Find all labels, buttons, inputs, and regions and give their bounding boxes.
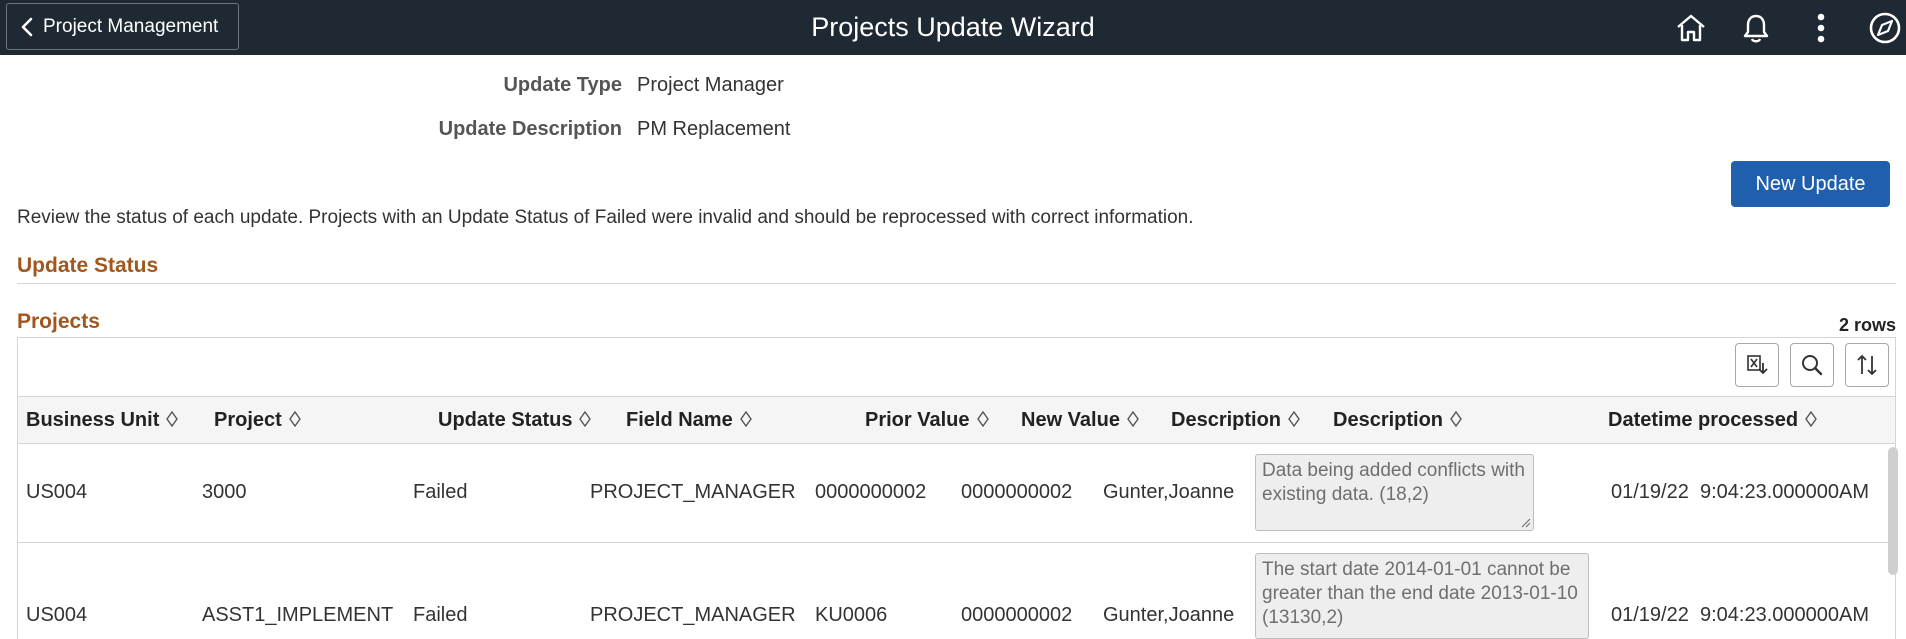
grid-toolbar	[18, 338, 1895, 396]
search-icon[interactable]	[1790, 343, 1834, 387]
chevron-left-icon	[21, 17, 33, 36]
update-type-label: Update Type	[503, 74, 622, 96]
cell-business-unit: US004	[26, 481, 88, 503]
section-divider	[17, 283, 1896, 284]
cell-update-status: Failed	[413, 481, 468, 503]
sort-toggle-icon	[1450, 398, 1462, 444]
cell-business-unit: US004	[26, 604, 88, 626]
cell-time: 9:04:23.000000AM	[1699, 604, 1870, 626]
column-header-description[interactable]: Description	[1171, 397, 1300, 443]
cell-time: 9:04:23.000000AM	[1699, 481, 1870, 503]
update-description-value: PM Replacement	[637, 118, 791, 140]
cell-description: Gunter,Joanne	[1103, 604, 1235, 626]
cell-update-status: Failed	[413, 604, 468, 626]
sort-toggle-icon	[1127, 398, 1139, 444]
column-header-field-name[interactable]: Field Name	[626, 397, 752, 443]
home-icon[interactable]	[1672, 9, 1710, 47]
grid-scrollbar[interactable]	[1888, 447, 1898, 575]
new-update-button[interactable]: New Update	[1731, 161, 1890, 207]
message-textarea[interactable]: Data being added conflicts with existing…	[1255, 454, 1534, 531]
sort-toggle-icon	[579, 398, 592, 444]
column-header-datetime[interactable]: Datetime processed	[1608, 397, 1817, 443]
cell-field-name: PROJECT_MANAGER	[590, 604, 796, 626]
back-button[interactable]: Project Management	[6, 3, 239, 50]
sort-toggle-icon	[976, 398, 989, 444]
cell-description: Gunter,Joanne	[1103, 481, 1235, 503]
row-count: 2 rows	[1838, 315, 1896, 335]
update-type-value: Project Manager	[637, 74, 784, 96]
excel-export-icon[interactable]	[1735, 343, 1779, 387]
column-header-new-value[interactable]: New Value	[1021, 397, 1139, 443]
message-text: Data being added conflicts with existing…	[1262, 460, 1525, 505]
sort-toggle-icon	[739, 398, 752, 444]
cell-prior-value: 0000000002	[815, 481, 927, 503]
cell-new-value: 0000000002	[961, 481, 1073, 503]
projects-heading: Projects	[17, 310, 100, 333]
sort-toggle-icon	[166, 398, 179, 444]
resize-handle-icon[interactable]	[1519, 516, 1531, 528]
sort-toggle-icon	[1288, 398, 1300, 444]
cell-date: 01/19/22	[1611, 604, 1689, 626]
cell-new-value: 0000000002	[961, 604, 1073, 626]
message-text: The start date 2014-01-01 cannot be grea…	[1262, 559, 1578, 628]
sort-icon[interactable]	[1845, 343, 1889, 387]
column-header-project[interactable]: Project	[214, 397, 301, 443]
table-row: US004 ASST1_IMPLEMENT Failed PROJECT_MAN…	[18, 543, 1895, 639]
bell-icon[interactable]	[1737, 9, 1775, 47]
back-button-label: Project Management	[43, 15, 219, 37]
cell-project: ASST1_IMPLEMENT	[202, 604, 394, 626]
column-header-business-unit[interactable]: Business Unit	[26, 397, 179, 444]
cell-date: 01/19/22	[1611, 481, 1689, 503]
instructions-text: Review the status of each update. Projec…	[17, 207, 1194, 228]
column-header-message[interactable]: Description	[1333, 397, 1462, 443]
sort-toggle-icon	[288, 398, 301, 444]
update-status-heading: Update Status	[17, 254, 159, 277]
table-row: US004 3000 Failed PROJECT_MANAGER 000000…	[18, 444, 1895, 543]
update-description-label: Update Description	[438, 118, 622, 140]
cell-prior-value: KU0006	[815, 604, 888, 626]
header-bar: Project Management Projects Update Wizar…	[0, 0, 1906, 55]
message-textarea[interactable]: The start date 2014-01-01 cannot be grea…	[1255, 553, 1589, 639]
grid-header-row: Business Unit Project Update Status Fiel…	[18, 396, 1895, 444]
sort-toggle-icon	[1805, 398, 1817, 444]
cell-datetime: 01/19/22 9:04:23.000000AM	[1611, 604, 1869, 627]
column-header-update-status[interactable]: Update Status	[438, 397, 592, 444]
compass-icon[interactable]	[1866, 9, 1904, 47]
cell-datetime: 01/19/22 9:04:23.000000AM	[1611, 481, 1869, 504]
kebab-menu-icon[interactable]	[1802, 9, 1840, 47]
cell-field-name: PROJECT_MANAGER	[590, 481, 796, 503]
cell-project: 3000	[202, 481, 247, 503]
projects-grid: Business Unit Project Update Status Fiel…	[17, 337, 1896, 639]
column-header-prior-value[interactable]: Prior Value	[865, 397, 989, 443]
page-title: Projects Update Wizard	[811, 12, 1095, 42]
